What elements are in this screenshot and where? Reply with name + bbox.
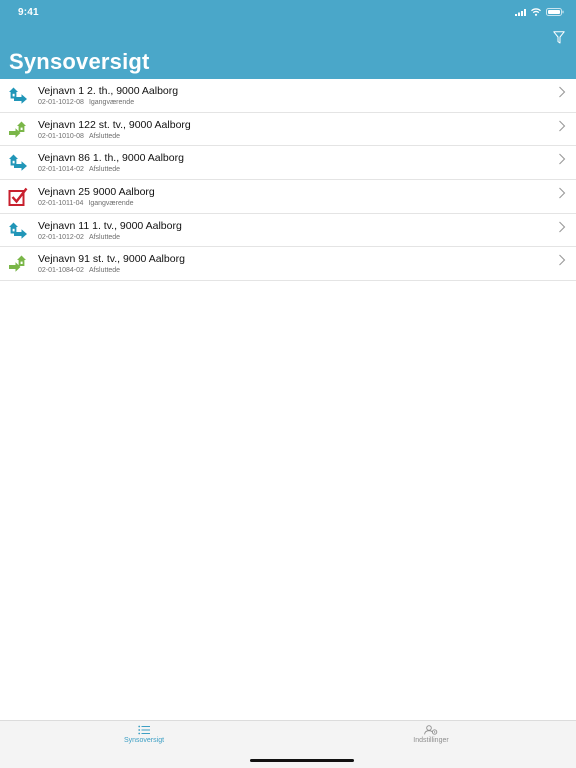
tab-label: Indstillinger	[413, 737, 449, 744]
item-subtitle: 02-01-1084-02 Afsluttede	[38, 267, 120, 274]
list-item[interactable]: Vejnavn 122 st. tv., 9000 Aalborg 02-01-…	[0, 112, 576, 147]
item-status: Igangværende	[88, 99, 135, 106]
item-subtitle: 02-01-1010-08 Afsluttede	[38, 133, 120, 140]
item-title: Vejnavn 86 1. th., 9000 Aalborg	[38, 152, 184, 165]
tab-label: Synsoversigt	[123, 737, 165, 744]
cellular-signal-icon	[515, 8, 526, 16]
item-subtitle: 02-01-1014-02 Afsluttede	[38, 166, 120, 173]
user-settings-icon	[424, 725, 438, 735]
chevron-right-icon	[558, 85, 566, 98]
house-arrow-blue-icon	[8, 86, 28, 106]
item-title: Vejnavn 122 st. tv., 9000 Aalborg	[38, 118, 191, 131]
filter-button[interactable]	[550, 28, 568, 46]
home-indicator	[250, 759, 354, 762]
item-code: 02-01-1012-08	[38, 99, 84, 106]
chevron-right-icon	[558, 253, 566, 266]
item-status: Afsluttede	[88, 166, 121, 174]
item-title: Vejnavn 11 1. tv., 9000 Aalborg	[38, 219, 182, 232]
item-status: Igangværende	[88, 200, 134, 208]
item-status: Afsluttede	[88, 132, 121, 140]
chevron-right-icon	[558, 220, 566, 233]
item-code: 02-01-1011-04	[38, 200, 84, 208]
wifi-icon	[531, 8, 541, 16]
item-status: Afsluttede	[88, 233, 121, 241]
list-icon	[138, 725, 150, 735]
page-title: Synsoversigt	[9, 49, 150, 74]
battery-icon	[546, 8, 564, 16]
list-item[interactable]: Vejnavn 86 1. th., 9000 Aalborg 02-01-10…	[0, 146, 576, 181]
item-subtitle: 02-01-1012-08 Igangværende	[38, 99, 134, 106]
item-subtitle: 02-01-1012-02 Afsluttede	[38, 234, 120, 241]
item-title: Vejnavn 1 2. th., 9000 Aalborg	[38, 85, 179, 97]
list-item[interactable]: Vejnavn 11 1. tv., 9000 Aalborg 02-01-10…	[0, 213, 576, 248]
checkbox-checked-icon	[8, 187, 28, 207]
list-item[interactable]: Vejnavn 1 2. th., 9000 Aalborg 02-01-101…	[0, 79, 576, 113]
tab-synsoversigt[interactable]: Synsoversigt	[94, 725, 194, 744]
house-arrow-green-icon	[8, 254, 28, 274]
item-subtitle: 02-01-1011-04 Igangværende	[38, 200, 134, 207]
house-arrow-blue-icon	[8, 153, 28, 173]
filter-icon	[553, 30, 565, 43]
status-time: 9:41	[18, 7, 39, 18]
item-code: 02-01-1014-02	[38, 166, 84, 174]
tab-indstillinger[interactable]: Indstillinger	[381, 725, 481, 744]
navigation-header: 9:41 Synsoversigt	[0, 0, 576, 79]
chevron-right-icon	[558, 152, 566, 165]
item-title: Vejnavn 25 9000 Aalborg	[38, 186, 155, 199]
item-title: Vejnavn 91 st. tv., 9000 Aalborg	[38, 253, 185, 266]
item-code: 02-01-1012-02	[38, 233, 84, 241]
chevron-right-icon	[558, 119, 566, 132]
list-item[interactable]: Vejnavn 25 9000 Aalborg 02-01-1011-04 Iga…	[0, 180, 576, 214]
inspection-list: Vejnavn 1 2. th., 9000 Aalborg 02-01-101…	[0, 79, 576, 282]
status-icons	[515, 8, 564, 16]
item-code: 02-01-1010-08	[38, 132, 84, 140]
item-status: Afsluttede	[88, 267, 121, 275]
list-item[interactable]: Vejnavn 91 st. tv., 9000 Aalborg 02-01-1…	[0, 247, 576, 282]
house-arrow-green-icon	[8, 120, 28, 140]
chevron-right-icon	[558, 186, 566, 199]
house-arrow-blue-icon	[8, 221, 28, 241]
item-code: 02-01-1084-02	[38, 267, 84, 275]
